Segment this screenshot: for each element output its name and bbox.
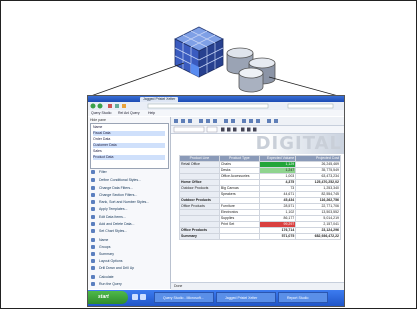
report-pane: DIGITAL Product Line Product Type Expect… — [171, 117, 344, 289]
group-toolbar-icon[interactable] — [274, 119, 278, 123]
cut-icon[interactable] — [199, 119, 203, 123]
left-menu-pane: Hide pane Name Fiscal Data Order Data Cu… — [88, 117, 171, 289]
table-cell[interactable]: 571,075 — [258, 233, 297, 240]
app-menu-bar: Query Studio Rel Anl Query Help — [88, 110, 344, 116]
menu-help[interactable]: Help — [148, 110, 155, 116]
list-item[interactable]: Sales — [93, 149, 165, 154]
search-input[interactable] — [287, 103, 334, 109]
forward-icon[interactable] — [97, 103, 103, 109]
list-item[interactable]: Name — [93, 125, 165, 130]
taskbar-item[interactable]: Jagged Pristel Xelter — [216, 292, 276, 303]
taskbar-item[interactable]: Query Studio - Microsoft... — [154, 292, 214, 303]
filter-icon — [91, 170, 95, 174]
align-center-icon[interactable] — [247, 127, 251, 132]
sort-toolbar-icon[interactable] — [249, 119, 253, 123]
back-icon[interactable] — [90, 103, 96, 109]
style-icon — [91, 178, 95, 182]
list-item[interactable]: Customer Data — [93, 143, 165, 148]
home-icon[interactable] — [122, 104, 126, 108]
taskbar-item[interactable]: Report Studio — [278, 292, 328, 303]
filter-toolbar-icon[interactable] — [242, 119, 246, 123]
hide-pane-link[interactable]: Hide pane — [90, 118, 106, 122]
table-cell[interactable]: Summary — [179, 233, 220, 240]
slide-frame: Jagged Pristel Xelter Query Studio Rel A… — [0, 0, 417, 309]
align-left-icon[interactable] — [241, 127, 245, 132]
quicklaunch-ie-icon[interactable] — [132, 294, 138, 300]
stop-icon[interactable] — [108, 104, 112, 108]
filter-icon — [91, 186, 95, 190]
filter-icon — [91, 193, 95, 197]
paste-icon[interactable] — [213, 119, 217, 123]
open-icon[interactable] — [181, 119, 185, 123]
chart-icon — [91, 229, 95, 233]
list-item[interactable]: Product Data — [93, 155, 165, 160]
calculator-icon — [91, 275, 95, 279]
app-screenshot: Jagged Pristel Xelter Query Studio Rel A… — [87, 95, 345, 307]
olap-cube-icon — [174, 26, 224, 78]
chart-toolbar-icon[interactable] — [256, 119, 260, 123]
menu-query-studio[interactable]: Query Studio — [91, 110, 111, 116]
group-icon — [91, 245, 95, 249]
summary-icon — [91, 252, 95, 256]
add-icon — [91, 222, 95, 226]
report-toolbar-icons — [174, 119, 278, 123]
sort-icon — [91, 200, 95, 204]
undo-icon[interactable] — [224, 119, 228, 123]
table-body: Retail Office Chairs 1,129 26,245,469 Desks 1… — [179, 161, 341, 240]
list-item[interactable]: Fiscal Data — [93, 131, 165, 136]
align-right-icon[interactable] — [253, 127, 257, 132]
layout-icon — [91, 259, 95, 263]
underline-icon[interactable] — [233, 127, 237, 132]
toolbar-icons — [90, 103, 334, 109]
table-cell[interactable] — [218, 233, 260, 240]
quicklaunch-desktop-icon[interactable] — [140, 294, 146, 300]
font-select[interactable] — [173, 126, 205, 133]
edit-icon — [91, 215, 95, 219]
format-toolbar-icons — [173, 126, 257, 133]
bold-icon[interactable] — [221, 127, 225, 132]
report-toolbar — [171, 117, 344, 126]
run-icon — [91, 282, 95, 286]
new-icon[interactable] — [174, 119, 178, 123]
banner-title: DIGITAL — [255, 133, 342, 154]
drill-icon — [91, 266, 95, 270]
save-icon[interactable] — [188, 119, 192, 123]
table-row[interactable]: Summary 571,075 682,936,472,22 — [179, 233, 341, 240]
list-item[interactable]: Order Data — [93, 137, 165, 142]
calc-toolbar-icon[interactable] — [267, 119, 271, 123]
data-items-list[interactable]: Name Fiscal Data Order Data Customer Dat… — [90, 123, 169, 169]
report-banner: DIGITAL — [171, 133, 344, 154]
address-bar[interactable] — [147, 103, 269, 109]
report-table: Product Line Product Type Expected Volum… — [179, 155, 341, 240]
status-bar: Done — [171, 282, 344, 290]
table-cell[interactable]: 682,936,472,22 — [295, 233, 341, 240]
size-select[interactable] — [206, 126, 218, 133]
template-icon — [91, 207, 95, 211]
redo-icon[interactable] — [231, 119, 235, 123]
menu-rel-anl-query[interactable]: Rel Anl Query — [118, 110, 140, 116]
database-icon — [226, 47, 276, 93]
italic-icon[interactable] — [227, 127, 231, 132]
name-icon — [91, 238, 95, 242]
start-button[interactable]: start — [88, 291, 128, 304]
copy-icon[interactable] — [206, 119, 210, 123]
windows-taskbar: start Query Studio - Microsoft... Jagged… — [88, 290, 344, 306]
refresh-icon[interactable] — [115, 104, 119, 108]
